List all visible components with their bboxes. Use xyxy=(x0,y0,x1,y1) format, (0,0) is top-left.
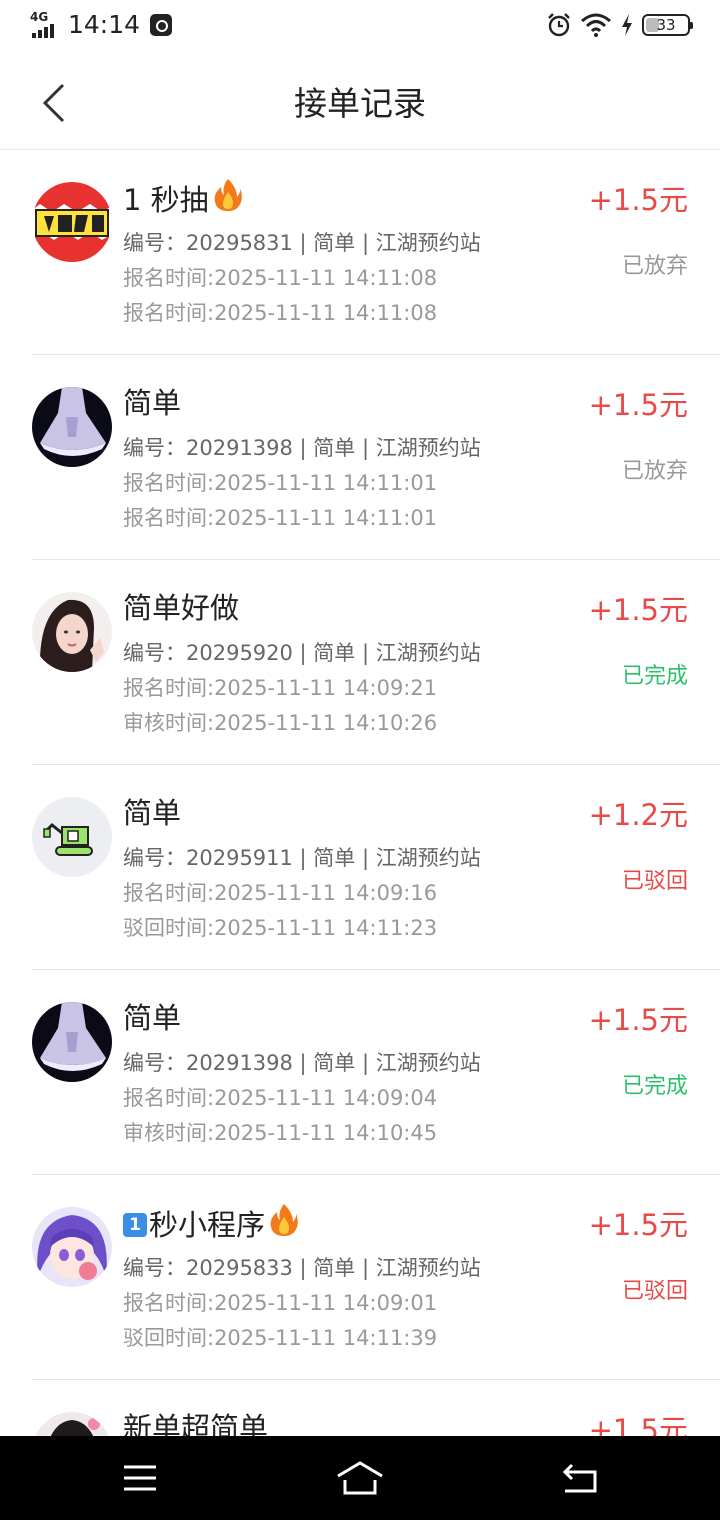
record-id-line: 编号：20291398 | 简单 | 江湖预约站 xyxy=(123,436,481,460)
battery-percent: 33 xyxy=(656,16,676,34)
record-reward: +1.5元 xyxy=(588,388,688,422)
fire-icon xyxy=(269,1203,299,1247)
record-title: 简单 xyxy=(123,793,181,833)
alarm-icon xyxy=(548,13,570,37)
record-status: 已驳回 xyxy=(621,869,688,894)
record-signup-time: 报名时间:2025-11-11 14:11:01 xyxy=(123,471,438,495)
status-bar-left: 4G 14:14 xyxy=(30,10,173,40)
record-title: 简单 xyxy=(123,383,181,423)
record-id-line: 编号：20291398 | 简单 | 江湖预约站 xyxy=(123,1051,481,1075)
record-signup-time: 报名时间:2025-11-11 14:09:16 xyxy=(123,881,438,905)
anime-avatar xyxy=(32,1207,112,1287)
record-row[interactable]: 1 秒小程序编号：20295833 | 简单 | 江湖预约站 报名时间:2025-1… xyxy=(32,1175,720,1380)
record-second-time: 审核时间:2025-11-11 14:10:45 xyxy=(123,1121,438,1145)
battery-icon: 33 xyxy=(642,14,693,36)
record-row[interactable]: 简单好做编号：20295920 | 简单 | 江湖预约站 报名时间:2025-11… xyxy=(32,560,720,765)
portrait2-avatar xyxy=(32,1412,112,1436)
record-second-time: 报名时间:2025-11-11 14:11:08 xyxy=(123,301,438,325)
wifi-icon xyxy=(581,13,611,37)
back-arrow-icon xyxy=(562,1463,597,1493)
record-title-text: 简单好做 xyxy=(123,591,240,625)
record-id-line: 编号：20295831 | 简单 | 江湖预约站 xyxy=(123,231,481,255)
record-status: 已完成 xyxy=(621,664,688,689)
record-second-time: 审核时间:2025-11-11 14:10:26 xyxy=(123,711,438,735)
record-title-text: 简单 xyxy=(123,386,182,420)
status-bar: 4G 14:14 33 xyxy=(0,0,720,58)
screen: 4G 14:14 33 接单记录 1 秒抽 编号：20295831 | 简单 |… xyxy=(0,0,720,1520)
record-id-line: 编号：20295833 | 简单 | 江湖预约站 xyxy=(123,1256,481,1280)
record-reward: +1.5元 xyxy=(588,183,688,217)
record-title: 简单好做 xyxy=(123,588,239,628)
record-reward: +1.5元 xyxy=(588,1208,688,1242)
record-signup-time: 报名时间:2025-11-11 14:09:04 xyxy=(123,1086,438,1110)
record-signup-time: 报名时间:2025-11-11 14:11:08 xyxy=(123,266,438,290)
record-row[interactable]: 简单编号：20291398 | 简单 | 江湖预约站 报名时间:2025-11-1… xyxy=(32,970,720,1175)
navigation-bar xyxy=(0,1436,720,1520)
tiktok-notification-icon xyxy=(150,14,173,36)
record-id-line: 编号：20295920 | 简单 | 江湖预约站 xyxy=(123,641,481,665)
record-status: 已放弃 xyxy=(621,254,688,279)
home-icon xyxy=(337,1461,383,1495)
record-status: 已放弃 xyxy=(621,459,688,484)
portrait-avatar xyxy=(32,592,112,672)
record-title-text: 简单 xyxy=(123,796,182,830)
page-title: 接单记录 xyxy=(294,84,426,123)
record-title-text: 简单 xyxy=(123,1001,182,1035)
network-type: 4G xyxy=(30,10,49,24)
menu-icon xyxy=(124,1465,156,1491)
excavator-avatar xyxy=(32,797,112,877)
header: 接单记录 xyxy=(0,58,720,150)
signal-icon: 4G xyxy=(30,10,62,40)
record-title-text: 新单超简单 xyxy=(123,1411,269,1436)
status-bar-right: 33 xyxy=(538,12,693,38)
clock: 14:14 xyxy=(68,10,141,39)
miaoshen-avatar xyxy=(32,182,112,262)
record-second-time: 报名时间:2025-11-11 14:11:01 xyxy=(123,506,438,530)
record-signup-time: 报名时间:2025-11-11 14:09:01 xyxy=(123,1291,438,1315)
record-signup-time: 报名时间:2025-11-11 14:09:21 xyxy=(123,676,438,700)
record-list[interactable]: 1 秒抽编号：20295831 | 简单 | 江湖预约站 报名时间:2025-11… xyxy=(0,150,720,1436)
record-second-time: 驳回时间:2025-11-11 14:11:23 xyxy=(123,916,438,940)
fire-icon xyxy=(213,178,243,222)
charging-icon xyxy=(622,14,632,36)
record-row[interactable]: 1 秒抽编号：20295831 | 简单 | 江湖预约站 报名时间:2025-11… xyxy=(32,150,720,355)
record-title-text: 1 秒抽 xyxy=(123,183,209,217)
record-status: 已完成 xyxy=(621,1074,688,1099)
home-button[interactable] xyxy=(330,1454,390,1502)
system-back-button[interactable] xyxy=(550,1454,610,1502)
record-title: 新单超简单 xyxy=(123,1408,268,1436)
record-title: 1 秒抽 xyxy=(123,178,243,222)
record-reward: +1.5元 xyxy=(588,1003,688,1037)
record-title: 1 秒小程序 xyxy=(123,1203,299,1247)
menu-button[interactable] xyxy=(110,1454,170,1502)
record-reward: +1.5元 xyxy=(588,1413,688,1436)
record-row[interactable]: 新单超简单 +1.5元 xyxy=(32,1380,720,1436)
record-row[interactable]: 简单编号：20291398 | 简单 | 江湖预约站 报名时间:2025-11-1… xyxy=(32,355,720,560)
record-row[interactable]: 简单编号：20295911 | 简单 | 江湖预约站 报名时间:2025-11-1… xyxy=(32,765,720,970)
record-reward: +1.5元 xyxy=(588,593,688,627)
record-title: 简单 xyxy=(123,998,181,1038)
dress-avatar xyxy=(32,387,112,467)
record-id-line: 编号：20295911 | 简单 | 江湖预约站 xyxy=(123,846,481,870)
record-status: 已驳回 xyxy=(621,1279,688,1304)
record-title-text: 秒小程序 xyxy=(149,1208,266,1242)
keycap-number-icon: 1 xyxy=(123,1213,147,1237)
dress-avatar xyxy=(32,1002,112,1082)
record-second-time: 驳回时间:2025-11-11 14:11:39 xyxy=(123,1326,438,1350)
record-reward: +1.2元 xyxy=(588,798,688,832)
